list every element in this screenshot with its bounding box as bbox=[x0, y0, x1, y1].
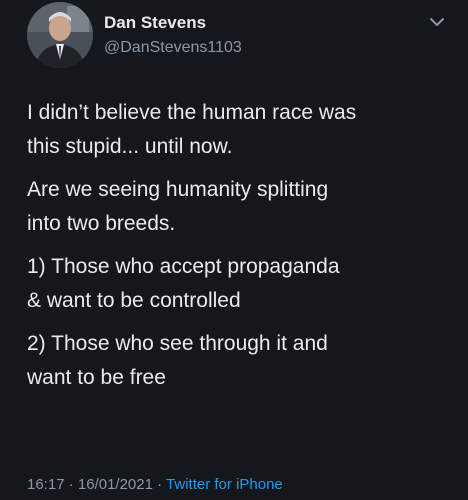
tweet-paragraph: I didn’t believe the human race was this… bbox=[27, 101, 357, 158]
separator: · bbox=[68, 476, 74, 493]
author-handle[interactable]: @DanStevens1103 bbox=[104, 39, 242, 57]
tweet-time[interactable]: 16:17 bbox=[27, 476, 65, 493]
chevron-down-icon[interactable] bbox=[428, 15, 446, 29]
tweet-text: I didn’t believe the human race was this… bbox=[27, 96, 452, 404]
tweet-date[interactable]: 16/01/2021 bbox=[78, 476, 153, 493]
tweet-metadata: 16:17 · 16/01/2021 · Twitter for iPhone bbox=[27, 476, 283, 493]
tweet-paragraph: 1) Those who accept propaganda & want to… bbox=[27, 255, 340, 312]
tweet-card: Dan Stevens @DanStevens1103 I didn’t bel… bbox=[0, 0, 468, 500]
avatar[interactable] bbox=[27, 2, 93, 68]
separator: · bbox=[157, 476, 163, 493]
profile-photo-icon bbox=[27, 2, 93, 68]
author-display-name[interactable]: Dan Stevens bbox=[104, 13, 206, 33]
tweet-source-link[interactable]: Twitter for iPhone bbox=[166, 476, 283, 493]
tweet-paragraph: Are we seeing humanity splitting into tw… bbox=[27, 178, 329, 235]
tweet-paragraph: 2) Those who see through it and want to … bbox=[27, 332, 328, 389]
